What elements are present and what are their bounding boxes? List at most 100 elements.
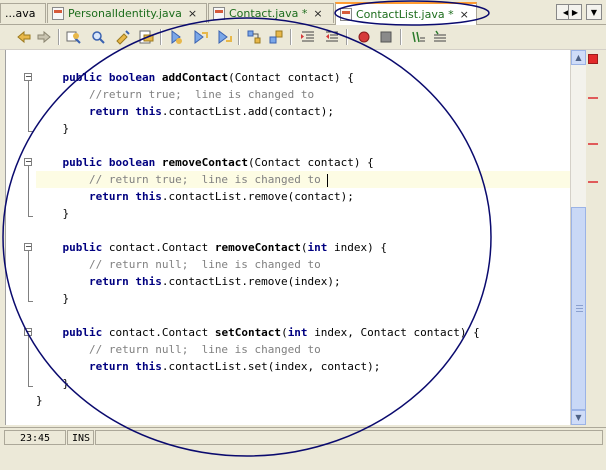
code-line[interactable]: public boolean removeContact(Contact con… bbox=[36, 154, 571, 171]
error-mark[interactable] bbox=[588, 181, 598, 183]
code-token: } bbox=[62, 207, 70, 220]
code-line[interactable]: //return true; line is changed to bbox=[36, 86, 571, 103]
code-keyword: this bbox=[135, 190, 162, 203]
back-icon[interactable] bbox=[16, 29, 32, 45]
toggle-bookmark-icon[interactable] bbox=[246, 29, 262, 45]
find-icon[interactable] bbox=[66, 29, 82, 45]
tab-contact[interactable]: Contact.java * × bbox=[208, 3, 334, 23]
toolbar-separator bbox=[400, 29, 402, 45]
toolbar-separator bbox=[346, 29, 348, 45]
fold-end bbox=[28, 386, 33, 387]
code-keyword: public bbox=[62, 241, 109, 254]
code-keyword: int bbox=[287, 326, 315, 339]
toolbar-separator bbox=[238, 29, 240, 45]
code-line[interactable]: // return null; line is changed to bbox=[36, 341, 571, 358]
code-line[interactable]: // return null; line is changed to bbox=[36, 256, 571, 273]
error-status-icon[interactable] bbox=[588, 54, 598, 64]
code-comment: // return null; line is changed to bbox=[88, 258, 321, 271]
code-line[interactable]: public contact.Contact setContact(int in… bbox=[36, 324, 571, 341]
code-line[interactable]: } bbox=[36, 290, 571, 307]
error-mark[interactable] bbox=[588, 97, 598, 99]
format-icon[interactable] bbox=[432, 29, 448, 45]
code-token: (Contact contact) { bbox=[228, 71, 354, 84]
arrow-down-icon: ▼ bbox=[575, 413, 582, 422]
stop-macro-icon[interactable] bbox=[356, 29, 372, 45]
fold-toggle[interactable]: − bbox=[24, 158, 32, 166]
code-token: .contactList.add(contact); bbox=[161, 105, 335, 118]
fold-line bbox=[28, 336, 29, 386]
next-bookmark-icon[interactable] bbox=[216, 29, 232, 45]
code-keyword: return bbox=[88, 275, 136, 288]
code-line[interactable]: return this.contactList.remove(index); bbox=[36, 273, 571, 290]
toolbar-separator bbox=[160, 29, 162, 45]
start-macro-icon[interactable] bbox=[324, 29, 340, 45]
code-editor[interactable]: − − − − public boolean addContact(Contac… bbox=[5, 50, 571, 425]
code-comment: // return null; line is changed to bbox=[88, 343, 321, 356]
scroll-up-button[interactable]: ▲ bbox=[571, 50, 586, 65]
code-token: ( bbox=[281, 326, 288, 339]
tab-overflow[interactable]: ...ava bbox=[0, 3, 46, 23]
code-line[interactable]: } bbox=[36, 205, 571, 222]
code-token: } bbox=[62, 377, 70, 390]
tab-label: Contact.java * bbox=[229, 7, 308, 20]
comment-icon[interactable] bbox=[378, 29, 394, 45]
code-line[interactable] bbox=[36, 307, 571, 324]
toggle-highlight-icon[interactable] bbox=[168, 29, 184, 45]
chevron-down-icon: ▼ bbox=[590, 7, 598, 17]
find-selection-icon[interactable] bbox=[138, 29, 154, 45]
previous-bookmark-icon[interactable] bbox=[192, 29, 208, 45]
code-line[interactable]: // return true; line is changed to bbox=[36, 171, 571, 188]
close-icon[interactable]: × bbox=[313, 7, 322, 20]
fold-toggle[interactable]: − bbox=[24, 243, 32, 251]
code-keyword: public bbox=[62, 71, 109, 84]
vertical-scrollbar[interactable]: ▲ ▼ bbox=[570, 50, 586, 425]
shift-right-icon[interactable] bbox=[300, 29, 316, 45]
tab-personalidentity[interactable]: PersonalIdentity.java × bbox=[47, 3, 207, 23]
fold-end bbox=[28, 301, 33, 302]
error-stripe[interactable] bbox=[586, 50, 606, 425]
code-line[interactable]: public contact.Contact removeContact(int… bbox=[36, 239, 571, 256]
forward-icon[interactable] bbox=[36, 29, 52, 45]
close-icon[interactable]: × bbox=[460, 8, 469, 21]
code-token: } bbox=[36, 394, 43, 407]
tab-contactlist[interactable]: ContactList.java * × bbox=[335, 2, 477, 25]
code-line[interactable]: } bbox=[36, 375, 571, 392]
shift-left-icon[interactable] bbox=[268, 29, 284, 45]
code-comment: // return true; line is changed to bbox=[88, 173, 328, 186]
caret-position: 23:45 bbox=[4, 430, 66, 445]
code-line[interactable]: return this.contactList.remove(contact); bbox=[36, 188, 571, 205]
code-line[interactable] bbox=[36, 222, 571, 239]
code-line[interactable]: public boolean addContact(Contact contac… bbox=[36, 69, 571, 86]
scroll-down-button[interactable]: ▼ bbox=[571, 410, 586, 425]
find-previous-icon[interactable] bbox=[90, 29, 106, 45]
uncomment-icon[interactable] bbox=[410, 29, 426, 45]
code-line[interactable] bbox=[36, 137, 571, 154]
code-token: .contactList.remove(index); bbox=[161, 275, 341, 288]
code-line[interactable]: return this.contactList.set(index, conta… bbox=[36, 358, 571, 375]
close-icon[interactable]: × bbox=[188, 7, 197, 20]
tab-label: ...ava bbox=[5, 7, 36, 20]
code-line[interactable]: } bbox=[36, 120, 571, 137]
tab-label: ContactList.java * bbox=[356, 8, 454, 21]
fold-toggle[interactable]: − bbox=[24, 73, 32, 81]
code-keyword: int bbox=[307, 241, 335, 254]
fold-toggle[interactable]: − bbox=[24, 328, 32, 336]
error-mark[interactable] bbox=[588, 143, 598, 145]
code-keyword: return bbox=[88, 105, 136, 118]
find-next-icon[interactable] bbox=[114, 29, 130, 45]
code-method-name: removeContact bbox=[214, 241, 301, 254]
code-keyword: boolean bbox=[108, 156, 162, 169]
code-line[interactable]: return this.contactList.add(contact); bbox=[36, 103, 571, 120]
scroll-tabs-right-button[interactable]: ▶ bbox=[568, 4, 582, 20]
code-text-area[interactable]: public boolean addContact(Contact contac… bbox=[36, 50, 571, 425]
code-line[interactable]: } bbox=[36, 392, 571, 409]
tab-list-button[interactable]: ▼ bbox=[586, 4, 602, 20]
scrollbar-thumb[interactable] bbox=[571, 207, 586, 410]
